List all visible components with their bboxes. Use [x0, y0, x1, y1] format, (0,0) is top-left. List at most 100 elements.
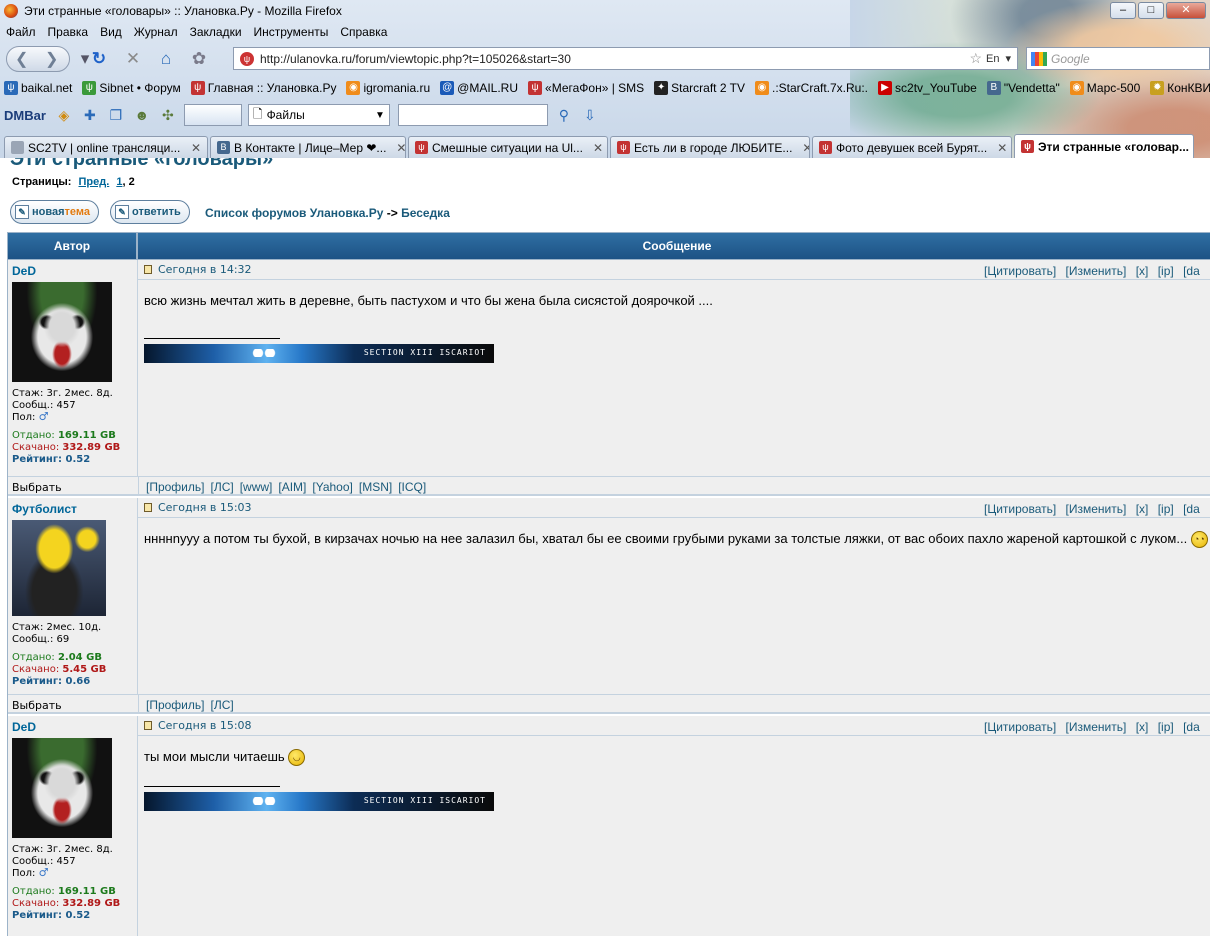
- files-dropdown[interactable]: 🗋 Файлы ▼: [247, 104, 390, 126]
- column-message: Сообщение: [137, 232, 1210, 260]
- close-window-button[interactable]: ✕: [1166, 2, 1206, 19]
- tab-active[interactable]: ψ Эти странные «головар...: [1014, 134, 1194, 158]
- profile-link-0[interactable]: [Профиль]: [146, 480, 204, 494]
- da-button[interactable]: [da: [1183, 720, 1200, 734]
- profile-link-0[interactable]: [Профиль]: [146, 698, 204, 712]
- delete-button[interactable]: [x]: [1136, 502, 1149, 516]
- profile-link-6[interactable]: [ICQ]: [398, 480, 426, 494]
- bookmark-item[interactable]: ψ Главная :: Улановка.Ру: [190, 81, 336, 95]
- reload-icon[interactable]: ↻: [88, 48, 110, 70]
- cat-icon[interactable]: ☻: [132, 105, 152, 125]
- forum-index-link[interactable]: Список форумов Улановка.Ру: [205, 206, 383, 220]
- da-button[interactable]: [da: [1183, 264, 1200, 278]
- back-arrow-icon[interactable]: ❮: [15, 49, 28, 69]
- male-icon: ♂: [38, 866, 49, 879]
- edit-button[interactable]: [Изменить]: [1066, 720, 1127, 734]
- new-topic-button[interactable]: ✎ новая тема: [10, 200, 100, 224]
- author-name[interactable]: Футболист: [12, 502, 77, 516]
- close-tab-icon[interactable]: ✕: [796, 141, 809, 155]
- edit-button[interactable]: [Изменить]: [1066, 502, 1127, 516]
- menu-file[interactable]: Файл: [6, 25, 36, 39]
- bookmark-item[interactable]: ψ «МегаФон» | SMS: [528, 81, 644, 95]
- stop-icon[interactable]: ✕: [122, 48, 144, 70]
- menu-history[interactable]: Журнал: [134, 25, 178, 39]
- url-text[interactable]: http://ulanovka.ru/forum/viewtopic.php?t…: [260, 52, 969, 66]
- ip-button[interactable]: [ip]: [1158, 720, 1174, 734]
- home-icon[interactable]: ⌂: [155, 48, 177, 70]
- da-button[interactable]: [da: [1183, 502, 1200, 516]
- menu-view[interactable]: Вид: [100, 25, 122, 39]
- bookmark-item[interactable]: ▶ sc2tv_YouTube: [878, 81, 977, 95]
- edit-button[interactable]: [Изменить]: [1066, 264, 1127, 278]
- close-tab-icon[interactable]: ✕: [587, 141, 603, 155]
- menu-edit[interactable]: Правка: [48, 25, 89, 39]
- quote-button[interactable]: [Цитировать]: [984, 502, 1056, 516]
- topic-title[interactable]: Эти странные «головары»: [10, 158, 273, 171]
- post-icon[interactable]: [144, 503, 152, 512]
- google-icon[interactable]: [1031, 51, 1047, 66]
- bookmark-item[interactable]: ✦ Starcraft 2 TV: [654, 81, 745, 95]
- dmbar-menu-icon[interactable]: ◈: [54, 105, 74, 125]
- bookmark-item[interactable]: ◉ .:StarCraft.7x.Ru:.: [754, 81, 868, 95]
- reply-button[interactable]: ✎ ответить: [110, 200, 190, 224]
- profile-link-4[interactable]: [Yahoo]: [312, 480, 352, 494]
- tab-item[interactable]: ψ Смешные ситуации на Ul... ✕: [408, 136, 608, 158]
- minimize-button[interactable]: –: [1110, 2, 1136, 19]
- url-dropdown-icon[interactable]: ▾: [1005, 52, 1011, 65]
- menu-tools[interactable]: Инструменты: [254, 25, 329, 39]
- quote-button[interactable]: [Цитировать]: [984, 720, 1056, 734]
- ip-button[interactable]: [ip]: [1158, 502, 1174, 516]
- forward-arrow-icon[interactable]: ❯: [45, 49, 58, 69]
- post-icon[interactable]: [144, 721, 152, 730]
- search-placeholder[interactable]: Google: [1051, 52, 1090, 66]
- tab-item[interactable]: ψ Фото девушек всей Бурят... ✕: [812, 136, 1012, 158]
- select-label[interactable]: Выбрать: [12, 699, 62, 712]
- prev-page-link[interactable]: Пред.: [78, 176, 109, 188]
- search-bar[interactable]: Google: [1026, 47, 1210, 70]
- puzzle-icon[interactable]: ✣: [158, 105, 178, 125]
- bookmark-item[interactable]: B "Vendetta": [986, 81, 1060, 95]
- tab-item[interactable]: ψ Есть ли в городе ЛЮБИТЕ...✕: [610, 136, 810, 158]
- bookmark-item[interactable]: ◉ igromania.ru: [346, 81, 430, 95]
- profile-link-2[interactable]: [www]: [240, 480, 273, 494]
- add-icon[interactable]: ✚: [80, 105, 100, 125]
- subforum-link[interactable]: Беседка: [401, 206, 450, 220]
- windows-icon[interactable]: ❐: [106, 105, 126, 125]
- post-icon[interactable]: [144, 265, 152, 274]
- bookmark-item[interactable]: ψ Sibnet • Форум: [82, 81, 181, 95]
- menu-help[interactable]: Справка: [340, 25, 387, 39]
- tab-item[interactable]: SC2TV | online трансляци... ✕: [4, 136, 208, 158]
- menu-bookmarks[interactable]: Закладки: [190, 25, 242, 39]
- profile-link-3[interactable]: [AIM]: [278, 480, 306, 494]
- bookmark-item[interactable]: ψ baikal.net: [4, 81, 72, 95]
- select-label[interactable]: Выбрать: [12, 481, 62, 494]
- search-icon[interactable]: ⚲: [554, 105, 574, 125]
- dmbar-logo[interactable]: DMBar: [4, 108, 46, 123]
- delete-button[interactable]: [x]: [1136, 264, 1149, 278]
- ip-button[interactable]: [ip]: [1158, 264, 1174, 278]
- close-tab-icon[interactable]: ✕: [185, 141, 201, 155]
- hand-cursor-button[interactable]: [183, 104, 242, 126]
- language-indicator[interactable]: En: [986, 53, 999, 65]
- bookmark-item[interactable]: @ @MAIL.RU: [440, 81, 518, 95]
- profile-link-1[interactable]: [ЛС]: [210, 698, 233, 712]
- bookmark-star-icon[interactable]: ☆: [969, 50, 982, 67]
- addon-icon[interactable]: ✿: [188, 48, 210, 70]
- close-tab-icon[interactable]: ✕: [390, 141, 405, 155]
- dmbar-search-input[interactable]: [397, 104, 548, 126]
- downloaded-label: Скачано:: [12, 442, 63, 453]
- bookmark-item[interactable]: ✹КонКВИЗта: [1150, 81, 1210, 95]
- quote-button[interactable]: [Цитировать]: [984, 264, 1056, 278]
- delete-button[interactable]: [x]: [1136, 720, 1149, 734]
- maximize-button[interactable]: □: [1138, 2, 1164, 19]
- forum-post: DeD Стаж: 3г. 2мес. 8д. Сообщ.: 457 Пол:…: [7, 716, 1210, 936]
- author-name[interactable]: DeD: [12, 720, 36, 734]
- close-tab-icon[interactable]: ✕: [991, 141, 1007, 155]
- bookmark-item[interactable]: ◉ Марс-500: [1069, 81, 1140, 95]
- profile-link-5[interactable]: [MSN]: [359, 480, 392, 494]
- author-name[interactable]: DeD: [12, 264, 36, 278]
- profile-link-1[interactable]: [ЛС]: [210, 480, 233, 494]
- tab-item[interactable]: B В Контакте | Лице–Мер ❤... ✕: [210, 136, 406, 158]
- url-bar[interactable]: ψ http://ulanovka.ru/forum/viewtopic.php…: [233, 47, 1018, 70]
- download-icon[interactable]: ⇩: [580, 105, 600, 125]
